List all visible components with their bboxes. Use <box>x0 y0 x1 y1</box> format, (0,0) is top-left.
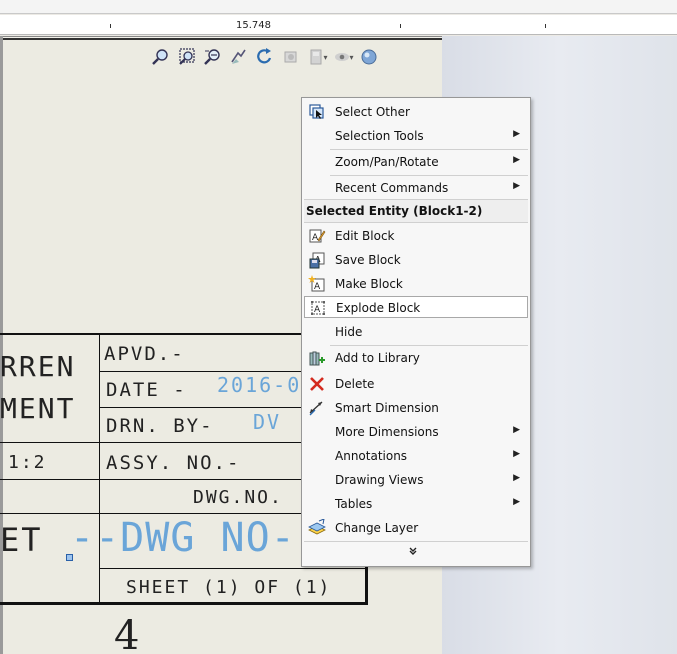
tb-line <box>99 334 100 604</box>
smart-dimension-icon <box>308 399 326 417</box>
menu-label: Tables <box>335 497 373 511</box>
company-name-fragment: RREN <box>0 350 76 383</box>
submenu-arrow-icon: ▶ <box>513 473 520 483</box>
menu-item-make-block[interactable]: A Make Block <box>304 273 528 295</box>
menu-item-more-dimensions[interactable]: More Dimensions ▶ <box>304 421 528 443</box>
menu-item-save-block[interactable]: A Save Block <box>304 249 528 271</box>
context-menu: Select Other Selection Tools ▶ Zoom/Pan/… <box>301 97 531 567</box>
ruler-label: 15.748 <box>236 20 271 31</box>
menu-label: Change Layer <box>335 521 419 535</box>
menu-label: Selection Tools <box>335 129 424 143</box>
svg-text:A: A <box>312 233 319 243</box>
menu-separator <box>330 149 528 150</box>
sheet-border-bottom <box>0 602 368 605</box>
menu-item-delete[interactable]: Delete <box>304 373 528 395</box>
change-layer-icon <box>308 519 326 537</box>
submenu-arrow-icon: ▶ <box>513 497 520 507</box>
menu-label: More Dimensions <box>335 425 439 439</box>
menu-label: Save Block <box>335 253 401 267</box>
assy-no-label: ASSY. NO.- <box>106 452 241 474</box>
menu-item-change-layer[interactable]: Change Layer <box>304 517 528 539</box>
top-strip <box>0 0 677 14</box>
block-insertion-handle[interactable] <box>66 554 73 561</box>
menu-separator <box>330 345 528 346</box>
horizontal-ruler: 15.748 <box>0 15 677 35</box>
menu-item-annotations[interactable]: Annotations ▶ <box>304 445 528 467</box>
menu-label: Edit Block <box>335 229 395 243</box>
tb-line <box>0 442 302 443</box>
menu-item-hide[interactable]: Hide <box>304 321 528 343</box>
menu-label: Recent Commands <box>335 181 449 195</box>
graphics-area[interactable]: ▾ ▾ RREN MENT 1:2 ET APVD.- DATE - 2016-… <box>0 36 677 654</box>
zone-number: 4 <box>114 613 140 654</box>
tb-line <box>0 479 302 480</box>
submenu-arrow-icon: ▶ <box>513 449 520 459</box>
tb-line <box>100 407 302 408</box>
menu-label: Explode Block <box>336 301 421 315</box>
explode-block-icon: A <box>309 299 327 317</box>
scale-value: 1:2 <box>8 452 47 473</box>
menu-label: Delete <box>335 377 375 391</box>
expand-menu-chevron-icon[interactable] <box>408 545 418 559</box>
menu-section-header: Selected Entity (Block1-2) <box>304 200 528 222</box>
menu-label: Select Other <box>335 105 410 119</box>
sheet-label-fragment: ET <box>0 521 43 559</box>
make-block-icon: A <box>308 275 326 293</box>
menu-label: Add to Library <box>335 351 420 365</box>
ruler-tick <box>400 24 401 28</box>
tb-line <box>0 513 302 514</box>
add-to-library-icon <box>308 349 326 367</box>
submenu-arrow-icon: ▶ <box>513 425 520 435</box>
select-other-icon <box>308 103 326 121</box>
apvd-label: APVD.- <box>104 343 185 365</box>
menu-label: Drawing Views <box>335 473 424 487</box>
menu-label: Annotations <box>335 449 408 463</box>
drawn-by-label: DRN. BY- <box>106 415 214 437</box>
date-label: DATE - <box>106 379 187 401</box>
menu-item-add-to-library[interactable]: Add to Library <box>304 347 528 369</box>
menu-section-label: Selected Entity (Block1-2) <box>306 204 483 218</box>
ruler-tick <box>110 24 111 28</box>
menu-label: Make Block <box>335 277 403 291</box>
delete-icon <box>308 375 326 393</box>
svg-text:A: A <box>314 305 321 315</box>
tb-line <box>0 333 302 335</box>
menu-item-drawing-views[interactable]: Drawing Views ▶ <box>304 469 528 491</box>
menu-item-selection-tools[interactable]: Selection Tools ▶ <box>304 125 528 147</box>
menu-item-edit-block[interactable]: A Edit Block <box>304 225 528 247</box>
menu-separator <box>304 222 528 223</box>
dwg-no-label: DWG.NO. <box>193 487 283 508</box>
sheet-of-label: SHEET (1) OF (1) <box>126 577 332 598</box>
menu-separator <box>304 541 528 542</box>
menu-item-smart-dimension[interactable]: Smart Dimension <box>304 397 528 419</box>
svg-text:A: A <box>314 282 321 292</box>
menu-item-recent-commands[interactable]: Recent Commands ▶ <box>304 177 528 199</box>
tb-line <box>100 371 302 372</box>
menu-label: Smart Dimension <box>335 401 439 415</box>
menu-item-explode-block[interactable]: A Explode Block <box>304 296 528 318</box>
menu-item-select-other[interactable]: Select Other <box>304 101 528 123</box>
menu-label: Hide <box>335 325 363 339</box>
ruler-tick <box>545 24 546 28</box>
tb-line <box>100 568 366 569</box>
save-block-icon: A <box>308 251 326 269</box>
department-fragment: MENT <box>0 392 76 425</box>
menu-item-zoom-pan-rotate[interactable]: Zoom/Pan/Rotate ▶ <box>304 151 528 173</box>
submenu-arrow-icon: ▶ <box>513 129 520 139</box>
drawn-by-value: DV <box>253 410 282 434</box>
submenu-arrow-icon: ▶ <box>513 155 520 165</box>
menu-label: Zoom/Pan/Rotate <box>335 155 439 169</box>
menu-separator <box>330 175 528 176</box>
menu-item-tables[interactable]: Tables ▶ <box>304 493 528 515</box>
submenu-arrow-icon: ▶ <box>513 181 520 191</box>
edit-block-icon: A <box>308 227 326 245</box>
